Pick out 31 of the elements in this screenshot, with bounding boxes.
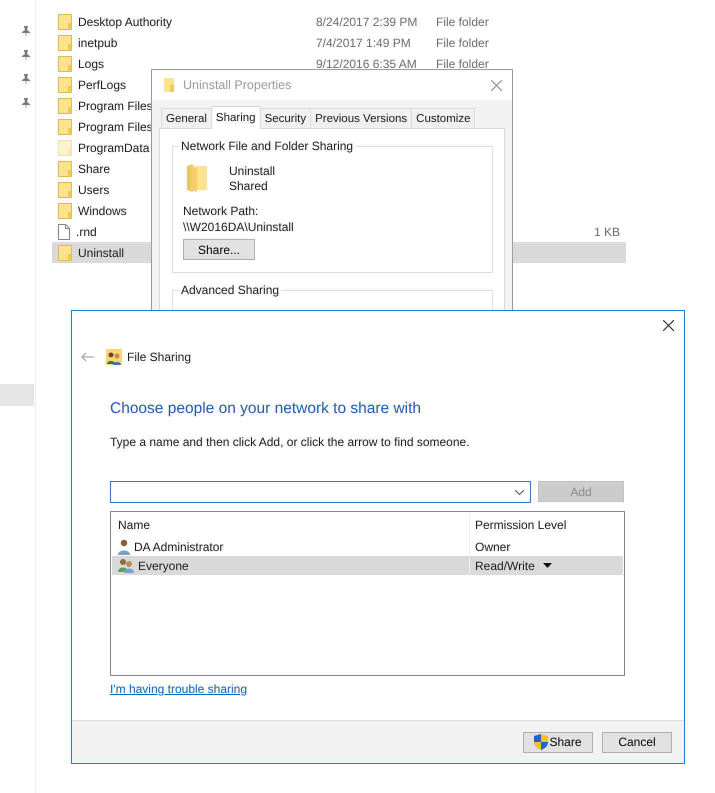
file-name: Share xyxy=(78,162,110,176)
person-name: DA Administrator xyxy=(134,540,224,554)
permission-level: Read/Write xyxy=(475,558,535,572)
file-size: 1 KB xyxy=(592,224,621,238)
file-name: inetpub xyxy=(78,36,118,50)
file-name: Windows xyxy=(78,204,127,218)
instruction-text: Type a name and then click Add, or click the arrow to find someone. xyxy=(110,435,471,449)
file-name: PerfLogs xyxy=(78,78,126,92)
window-title: Uninstall Properties xyxy=(183,78,292,92)
network-path: \\W2016DA\Uninstall xyxy=(183,220,295,234)
file-type: File folder xyxy=(436,56,490,70)
group-title: Advanced Sharing xyxy=(179,283,282,297)
permission-level: Owner xyxy=(475,540,510,554)
heading: Choose people on your network to share with xyxy=(110,400,422,418)
file-name: Desktop Authority xyxy=(78,14,172,28)
person-name: Everyone xyxy=(138,558,189,572)
file-type: File folder xyxy=(436,14,490,28)
file-name: Logs xyxy=(78,56,104,70)
file-date: 7/4/2017 1:49 PM xyxy=(316,36,412,50)
file-name: Users xyxy=(78,182,110,196)
file-name: Uninstall xyxy=(78,246,124,260)
share-status: Shared xyxy=(229,179,269,194)
window-title: File Sharing xyxy=(127,350,192,364)
file-name: .rnd xyxy=(76,224,97,238)
file-date: 8/24/2017 2:39 PM xyxy=(316,14,418,28)
file-name: ProgramData xyxy=(78,140,150,154)
folder-name: Uninstall xyxy=(229,164,276,179)
file-date: 9/12/2016 6:35 AM xyxy=(316,56,418,70)
file-type: File folder xyxy=(436,36,490,50)
group-title: Network File and Folder Sharing xyxy=(179,139,356,153)
network-path-label: Network Path: xyxy=(183,204,260,218)
